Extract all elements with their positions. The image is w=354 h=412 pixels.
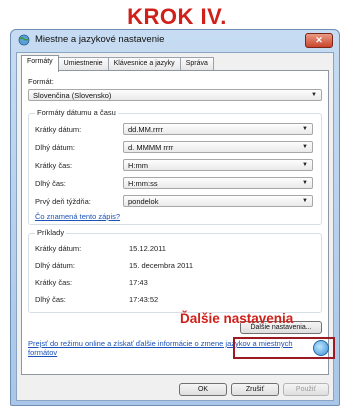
example-long-time-label: Dlhý čas: [35, 295, 66, 304]
tab-formaty[interactable]: Formáty [21, 55, 59, 72]
first-day-select[interactable]: pondelok ▼ [123, 195, 313, 207]
chevron-down-icon: ▼ [302, 180, 308, 186]
example-long-date-label: Dlhý dátum: [35, 261, 76, 270]
ok-button[interactable]: OK [179, 383, 227, 396]
apply-button[interactable]: Použiť [283, 383, 329, 396]
example-long-time-value: 17:43:52 [129, 295, 159, 304]
callout-label: Ďalšie nastavenia [180, 311, 294, 326]
chevron-down-icon: ▼ [302, 126, 308, 132]
window-title: Miestne a jazykové nastavenie [35, 34, 165, 45]
examples-title: Príklady [35, 228, 67, 237]
date-time-group: Formáty dátumu a času Krátky dátum: dd.M… [28, 108, 322, 225]
chevron-down-icon: ▼ [302, 144, 308, 150]
example-short-time-label: Krátky čas: [35, 278, 73, 287]
tab-strip: Formáty Umiestnenie Klávesnice a jazyky … [21, 55, 214, 72]
short-time-label: Krátky čas: [35, 161, 73, 170]
long-time-select[interactable]: H:mm:ss ▼ [123, 177, 313, 189]
chevron-down-icon: ▼ [311, 92, 317, 98]
format-label: Formát: [28, 77, 54, 86]
example-short-date-label: Krátky dátum: [35, 244, 82, 253]
cancel-button[interactable]: Zrušiť [231, 383, 279, 396]
chevron-down-icon: ▼ [302, 162, 308, 168]
long-time-value: H:mm:ss [128, 179, 158, 188]
short-date-select[interactable]: dd.MM.rrrr ▼ [123, 123, 313, 135]
globe-icon [18, 34, 30, 46]
step-title: KROK IV. [127, 4, 227, 29]
first-day-label: Prvý deň týždňa: [35, 197, 91, 206]
long-date-label: Dlhý dátum: [35, 143, 76, 152]
short-date-label: Krátky dátum: [35, 125, 82, 134]
formats-panel: Formát: Slovenčina (Slovensko) ▼ Formáty… [21, 70, 329, 375]
format-select[interactable]: Slovenčina (Slovensko) ▼ [28, 89, 322, 101]
short-time-value: H:mm [128, 161, 148, 170]
close-icon: ✕ [315, 35, 323, 45]
long-date-value: d. MMMM rrrr [128, 143, 174, 152]
example-long-date-value: 15. decembra 2011 [129, 261, 194, 270]
notation-help-link[interactable]: Čo znamená tento zápis? [35, 212, 120, 221]
chevron-down-icon: ▼ [302, 198, 308, 204]
short-time-select[interactable]: H:mm ▼ [123, 159, 313, 171]
close-button[interactable]: ✕ [305, 33, 333, 48]
examples-group: Príklady Krátky dátum: 15.12.2011 Dlhý d… [28, 228, 322, 313]
date-time-group-title: Formáty dátumu a času [35, 108, 118, 117]
example-short-date-value: 15.12.2011 [129, 244, 166, 253]
first-day-value: pondelok [128, 197, 159, 206]
short-date-value: dd.MM.rrrr [128, 125, 163, 134]
example-short-time-value: 17:43 [129, 278, 148, 287]
long-date-select[interactable]: d. MMMM rrrr ▼ [123, 141, 313, 153]
busy-cursor-icon [313, 340, 329, 356]
title-bar[interactable]: Miestne a jazykové nastavenie ✕ [11, 30, 339, 50]
long-time-label: Dlhý čas: [35, 179, 66, 188]
format-value: Slovenčina (Slovensko) [33, 91, 112, 100]
